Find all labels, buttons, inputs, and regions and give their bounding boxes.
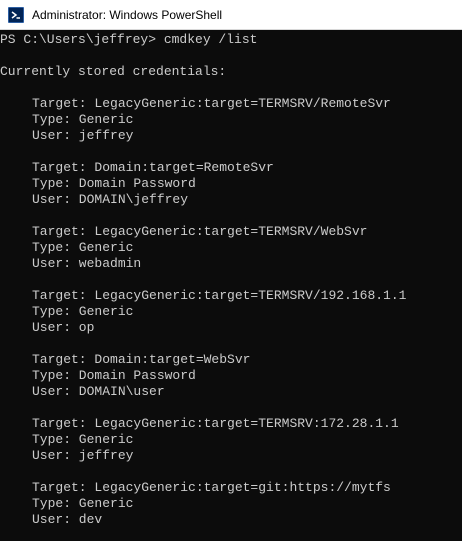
credential-type: Type: Generic	[32, 112, 134, 127]
credential-type: Type: Generic	[32, 240, 134, 255]
credentials-header: Currently stored credentials:	[0, 64, 227, 79]
credential-target: Target: LegacyGeneric:target=TERMSRV/Web…	[32, 224, 368, 239]
credential-type: Type: Generic	[32, 304, 134, 319]
credential-user: User: dev	[32, 512, 103, 527]
credential-type: Type: Domain Password	[32, 368, 196, 383]
credential-target: Target: LegacyGeneric:target=TERMSRV/Rem…	[32, 96, 391, 111]
command-line[interactable]: PS C:\Users\jeffrey> cmdkey /list	[0, 32, 462, 48]
credential-target: Target: LegacyGeneric:target=TERMSRV/192…	[32, 288, 407, 303]
credential-target: Target: LegacyGeneric:target=TERMSRV:172…	[32, 416, 399, 431]
prompt: PS C:\Users\jeffrey>	[0, 32, 164, 47]
credential-user: User: jeffrey	[32, 448, 134, 463]
credential-user: User: jeffrey	[32, 128, 134, 143]
credential-type: Type: Generic	[32, 432, 134, 447]
title-bar[interactable]: Administrator: Windows PowerShell	[0, 0, 462, 30]
window-title: Administrator: Windows PowerShell	[32, 7, 223, 22]
credential-type: Type: Generic	[32, 496, 134, 511]
credential-target: Target: LegacyGeneric:target=git:https:/…	[32, 480, 391, 495]
powershell-icon	[8, 6, 24, 23]
credential-target: Target: Domain:target=RemoteSvr	[32, 160, 274, 175]
powershell-window: Administrator: Windows PowerShell PS C:\…	[0, 0, 462, 541]
credential-user: User: DOMAIN\jeffrey	[32, 192, 189, 207]
console-output[interactable]: PS C:\Users\jeffrey> cmdkey /list Curren…	[0, 32, 462, 541]
command-text: cmdkey /list	[163, 32, 258, 47]
credential-user: User: op	[32, 320, 95, 335]
credential-user: User: webadmin	[32, 256, 142, 271]
credential-type: Type: Domain Password	[32, 176, 196, 191]
credential-user: User: DOMAIN\user	[32, 384, 165, 399]
credential-target: Target: Domain:target=WebSvr	[32, 352, 251, 367]
